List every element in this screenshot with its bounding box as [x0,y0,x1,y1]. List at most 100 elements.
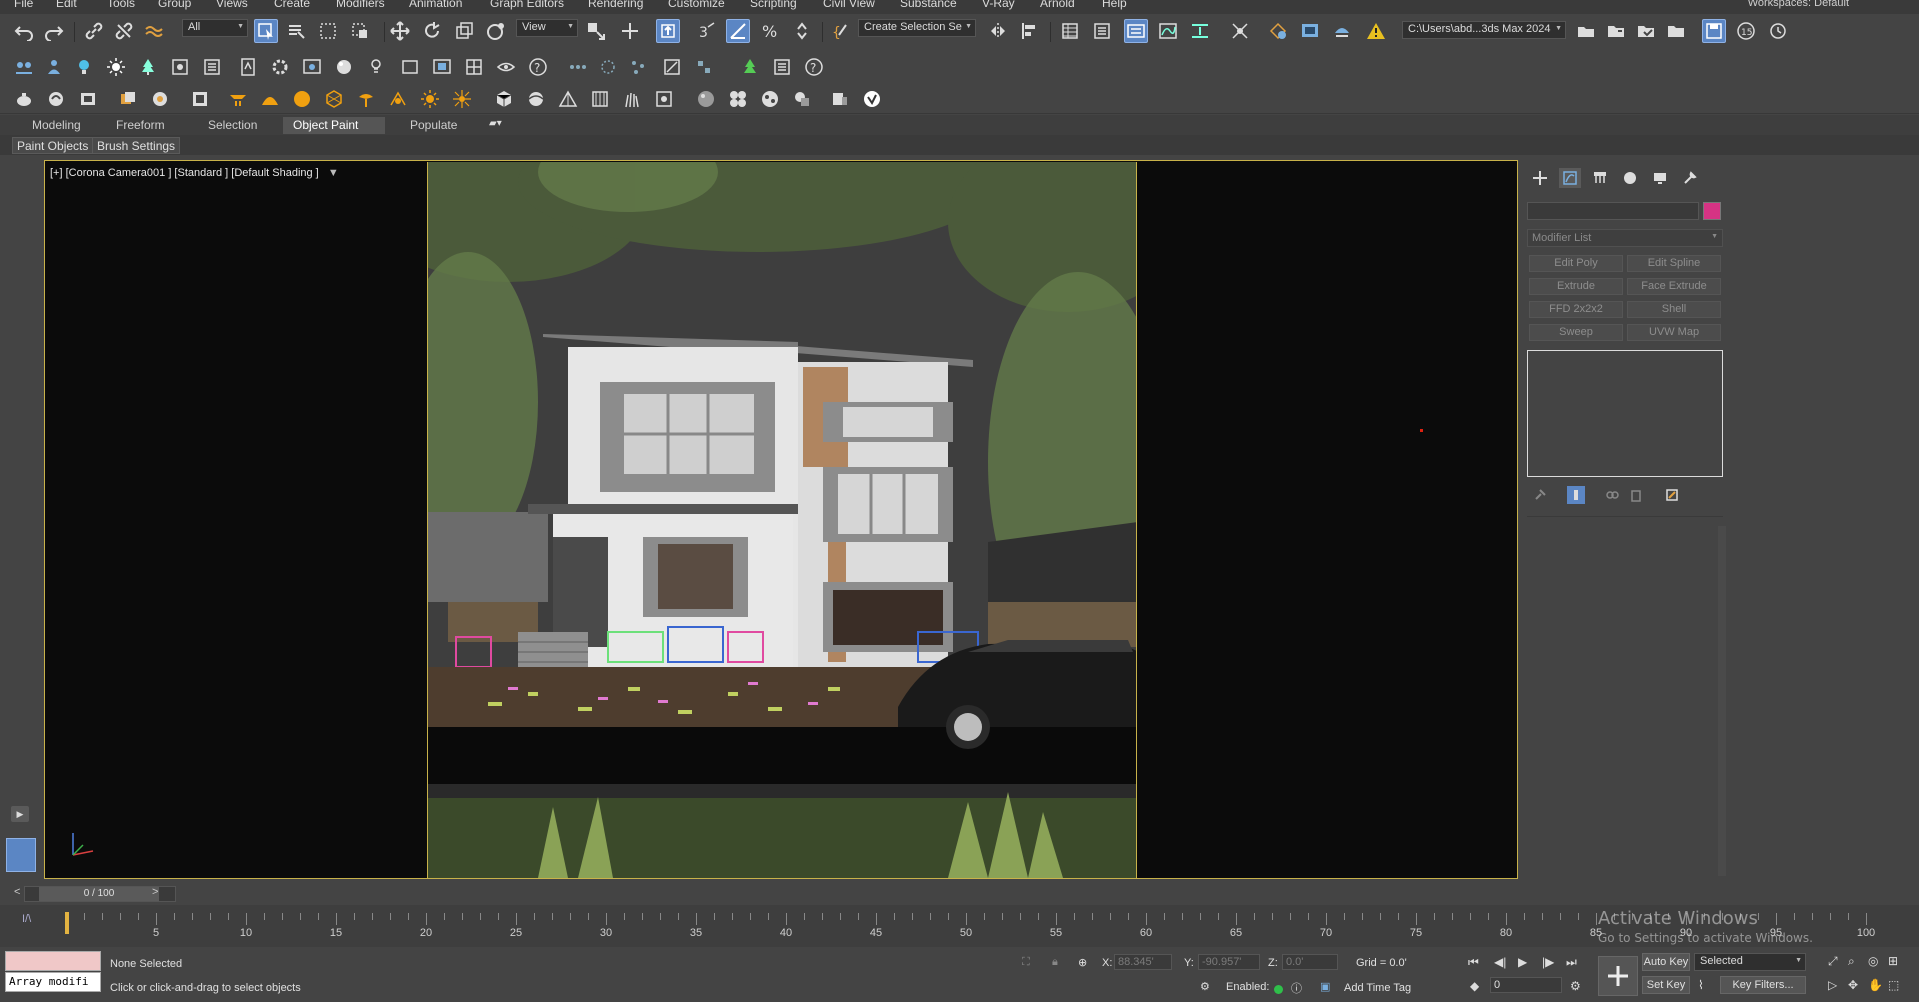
light-lister-icon[interactable] [364,55,388,79]
material-editor-icon[interactable] [1228,19,1252,43]
corona-converter-icon[interactable] [188,87,212,111]
document-list-icon[interactable] [200,55,224,79]
ribbon-toggle-icon[interactable] [1124,19,1148,43]
zoom-icon[interactable]: ⌕ [1848,954,1855,969]
camera-viewport[interactable]: [+] [Corona Camera001 ] [Standard ] [Def… [44,160,1518,879]
edit-poly-button[interactable]: Edit Poly [1529,255,1623,272]
rectangular-selection-icon[interactable] [316,19,340,43]
corona-decal-icon[interactable] [354,87,378,111]
maximize-viewport-icon[interactable]: ⬚ [1888,978,1899,992]
corona-vfb-icon[interactable] [76,87,100,111]
absolute-mode-icon[interactable]: ⊕ [1078,956,1087,969]
undo-icon[interactable] [12,19,36,43]
scene-explorer-icon[interactable] [1058,19,1082,43]
camera-target-icon[interactable] [168,55,192,79]
y-coord-field[interactable]: -90.957' [1198,954,1260,970]
menu-graph-editors[interactable]: Graph Editors [490,0,564,10]
workspace-selector[interactable]: Workspaces: Default [1748,0,1849,9]
save-icon[interactable] [1702,19,1726,43]
go-to-end-icon[interactable]: ⏭ [1566,955,1577,970]
play-icon[interactable]: ▶ [1518,955,1527,969]
show-end-result-icon[interactable] [1567,486,1585,504]
link-icon[interactable] [82,19,106,43]
key-mode-toggle-icon[interactable]: ◆ [1470,979,1479,993]
menu-customize[interactable]: Customize [668,0,725,10]
menu-arnold[interactable]: Arnold [1040,0,1075,10]
forest-pack-icon[interactable] [738,55,762,79]
maxscript-listener-output[interactable] [5,951,101,971]
placement-icon[interactable] [484,19,508,43]
select-manipulate-icon[interactable] [618,19,642,43]
selection-filter-dropdown[interactable]: All [182,19,248,37]
select-object-icon[interactable] [254,19,278,43]
grid-icon[interactable] [462,55,486,79]
lock-selection-icon[interactable]: 🔒︎ [1052,956,1058,969]
set-project-folder-icon[interactable] [1574,19,1598,43]
curve-editor-icon[interactable] [1156,19,1180,43]
time-slider-thumb[interactable]: 0 / 100 [39,887,159,901]
field-of-view-icon[interactable]: ◎ [1868,954,1878,968]
corona-dome-icon[interactable] [258,87,282,111]
multi-material-icon[interactable] [790,87,814,111]
align-icon[interactable] [1018,19,1042,43]
hierarchy-tab-icon[interactable] [1589,168,1611,188]
material-sphere-icon[interactable] [332,55,356,79]
object-color-swatch[interactable] [1703,202,1721,220]
project-path-dropdown[interactable]: C:\Users\abd...3ds Max 2024 [1402,21,1566,39]
set-key-big-button[interactable] [1598,956,1638,996]
key-mode-dropdown[interactable]: Selected [1694,953,1806,971]
time-slider-next[interactable]: > [152,886,158,898]
vray-sphere-icon[interactable] [524,87,548,111]
shell-button[interactable]: Shell [1627,301,1721,318]
corona-light-icon[interactable] [226,87,250,111]
previous-frame-icon[interactable]: ◀| [1494,955,1506,969]
keyboard-shortcut-override-icon[interactable] [656,19,680,43]
extrude-button[interactable]: Extrude [1529,278,1623,295]
layer-explorer-icon[interactable] [1090,19,1114,43]
tab-freeform[interactable]: Freeform [106,117,175,134]
corona-sun-icon[interactable] [290,87,314,111]
viewport-label-text[interactable]: [+] [Corona Camera001 ] [Standard ] [Def… [50,167,319,179]
key-filters-button[interactable]: Key Filters... [1720,976,1806,994]
object-name-field[interactable] [1527,202,1699,220]
modifier-stack[interactable] [1527,350,1723,477]
time-tag-toggle-icon[interactable]: ⚙ [1200,980,1210,993]
menu-v-ray[interactable]: V-Ray [982,0,1015,10]
distribute-icon[interactable] [566,55,590,79]
corona-map-icon[interactable] [148,87,172,111]
corona-scatter-icon[interactable] [386,87,410,111]
info-icon[interactable]: ⓘ [1291,980,1302,996]
x-coord-field[interactable]: 88.345' [1114,954,1172,970]
ffd-button[interactable]: FFD 2x2x2 [1529,301,1623,318]
texture-icon[interactable] [758,87,782,111]
set-key-button[interactable]: Set Key [1642,976,1690,994]
sync-icon[interactable] [1766,19,1790,43]
archive-icon[interactable] [1664,19,1688,43]
z-coord-field[interactable]: 0.0' [1282,954,1338,970]
autobackup-badge-icon[interactable]: 15 [1734,19,1758,43]
configure-modifier-sets-icon[interactable] [1663,486,1681,504]
asset-tracking-icon[interactable] [1634,19,1658,43]
gray-sphere-icon[interactable] [694,87,718,111]
edit-spline-button[interactable]: Edit Spline [1627,255,1721,272]
percent-snap-icon[interactable]: % [758,19,782,43]
tab-selection[interactable]: Selection [198,117,267,134]
menu-file[interactable]: File [14,0,33,10]
tree-icon[interactable] [136,55,160,79]
interactive-render-icon[interactable] [300,55,324,79]
add-time-tag[interactable]: Add Time Tag [1344,982,1411,994]
track-bar[interactable]: I/\ 5 10 15 20 25 30 35 40 45 50 55 60 65 70 75 80 85 90 9… [0,905,1919,947]
snaps-toggle-icon[interactable]: 3 [694,19,718,43]
unlink-icon[interactable] [112,19,136,43]
add-time-tag-icon[interactable]: ▣ [1320,980,1330,993]
help-circle-icon[interactable]: ? [802,55,826,79]
help-icon[interactable]: ? [526,55,550,79]
menu-civil-view[interactable]: Civil View [823,0,875,10]
schematic-view-icon[interactable] [1188,19,1212,43]
menu-tools[interactable]: Tools [107,0,135,10]
vray-mesh-icon[interactable] [652,87,676,111]
pivot-center-icon[interactable] [584,19,608,43]
frame-ruler[interactable]: 5 10 15 20 25 30 35 40 45 50 55 60 65 70 75 80 85 90 95 100 [66,913,1875,941]
enabled-indicator[interactable] [1274,985,1283,994]
vray-settings-icon[interactable] [828,87,852,111]
